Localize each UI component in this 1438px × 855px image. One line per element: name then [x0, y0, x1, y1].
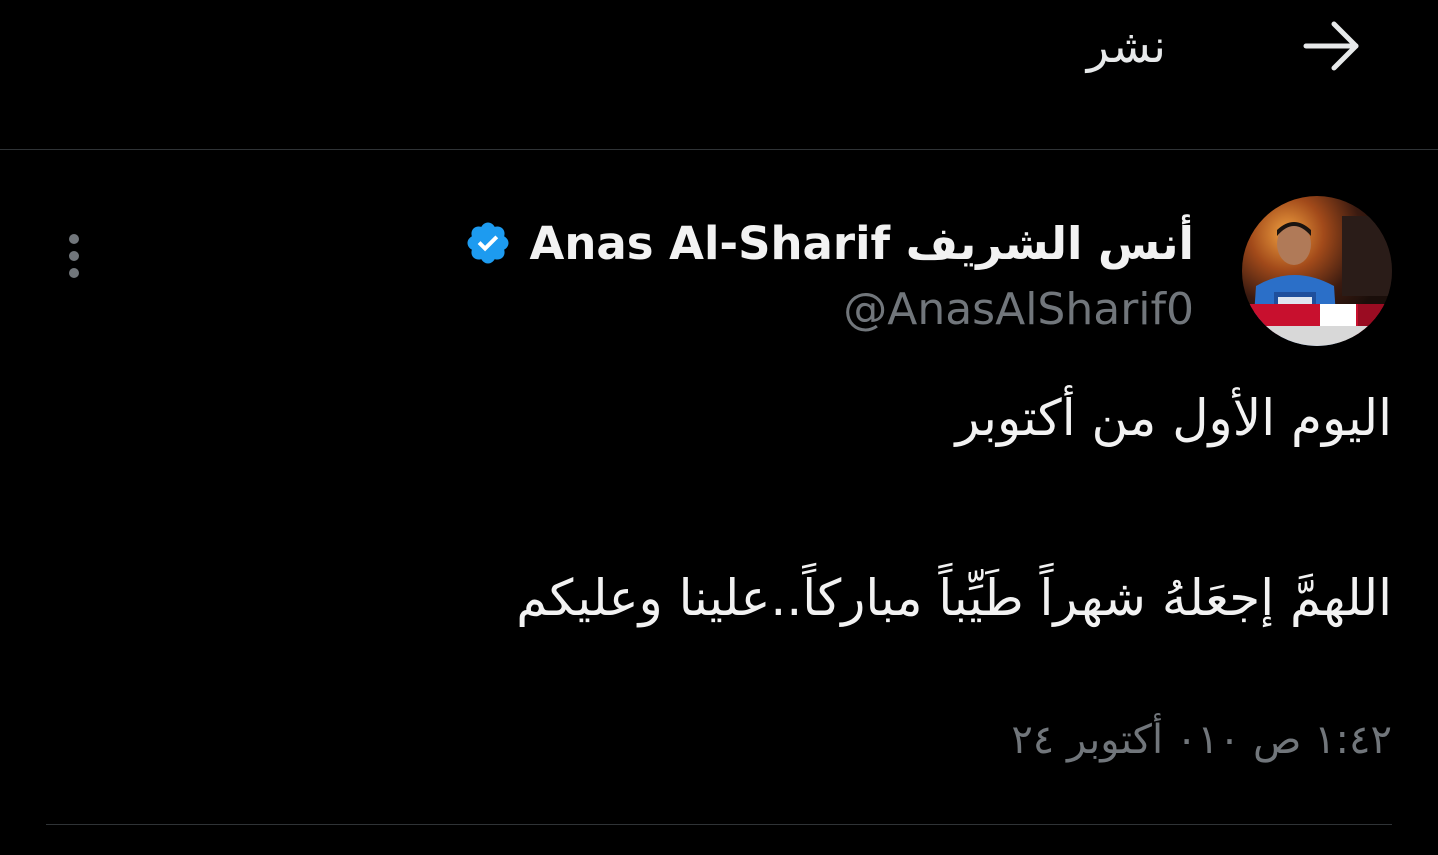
top-bar: نشر	[0, 0, 1438, 150]
tweet-timestamp[interactable]: ١:٤٢ ص ٠١٠ أكتوبر ٢٤	[1011, 710, 1392, 770]
tweet-text: اليوم الأول من أكتوبر اللهمَّ إجعَلهُ شه…	[392, 384, 1392, 632]
author-name-row: أنس الشريف Anas Al-Sharif	[464, 212, 1195, 274]
page-title: نشر	[1086, 19, 1166, 73]
more-vertical-icon	[69, 234, 79, 278]
author-handle[interactable]: @AnasAlSharif0	[843, 282, 1194, 338]
more-options-button[interactable]	[54, 226, 94, 286]
tweet-text-line: اللهمَّ إجعَلهُ شهراً طَيِّباً مباركاً..…	[516, 569, 1392, 627]
back-button[interactable]	[1296, 10, 1368, 82]
author-display-name[interactable]: أنس الشريف Anas Al-Sharif	[530, 217, 1195, 270]
avatar-image	[1242, 196, 1392, 346]
verified-badge-icon	[467, 222, 508, 264]
avatar[interactable]	[1242, 196, 1392, 346]
tweet-text-line: اليوم الأول من أكتوبر	[955, 389, 1392, 447]
divider	[46, 824, 1392, 825]
arrow-right-icon	[1303, 21, 1359, 71]
